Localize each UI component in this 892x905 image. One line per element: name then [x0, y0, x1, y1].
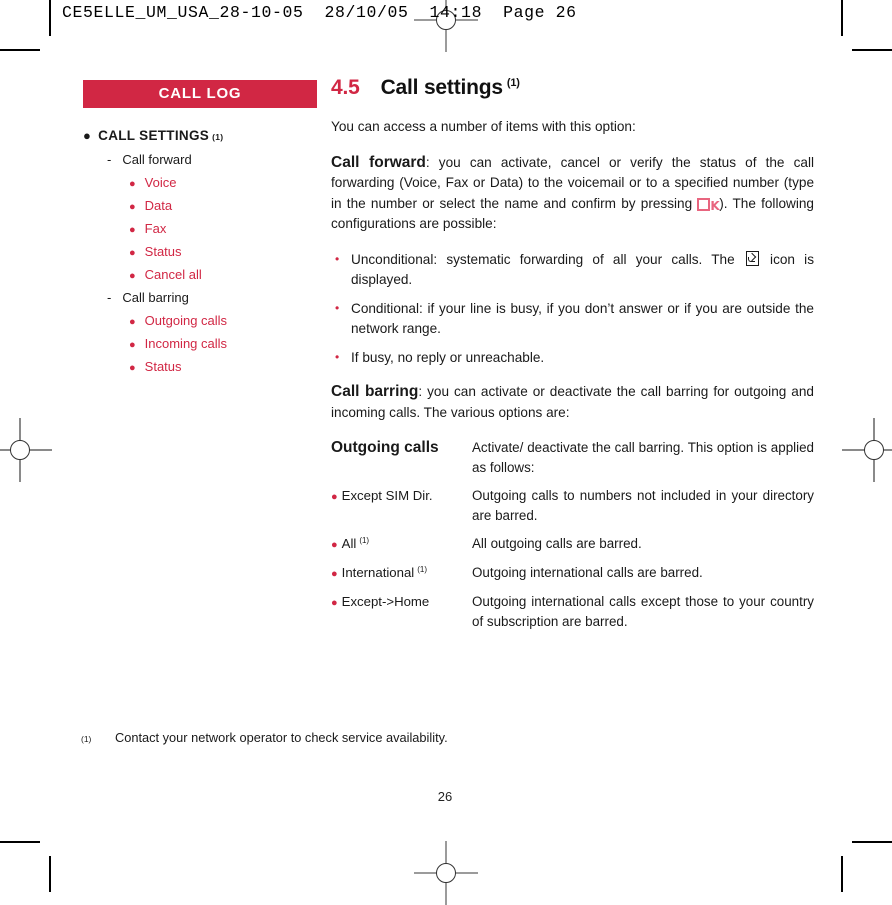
- sidebar-item-status-forward[interactable]: ● Status: [129, 244, 317, 259]
- sidebar-item-call-forward[interactable]: - Call forward: [107, 152, 317, 167]
- table-row: ● Except->Home Outgoing international cal…: [331, 592, 814, 640]
- list-item: If busy, no reply or unreachable.: [331, 347, 814, 369]
- sidebar-item-label: Call barring: [122, 290, 189, 305]
- option-desc-international: Outgoing international calls are barred.: [472, 565, 703, 580]
- sidebar-item-voice[interactable]: ● Voice: [129, 175, 317, 190]
- page-number-value: 26: [437, 789, 453, 804]
- option-term-label: Except->Home: [341, 594, 430, 609]
- manual-page: CALL LOG ● CALL SETTINGS (1) - Call forw…: [0, 0, 892, 892]
- bullet-dot-icon: ●: [331, 491, 338, 503]
- call-barring-paragraph: Call barring: you can activate or deacti…: [331, 382, 814, 423]
- option-desc-except-home: Outgoing international calls except thos…: [472, 594, 814, 629]
- option-term-label: All: [341, 536, 357, 551]
- sidebar-item-label: Cancel all: [144, 267, 202, 282]
- main-content: 4.5 Call settings (1) You can access a nu…: [331, 76, 814, 640]
- call-forward-term: Call forward: [331, 153, 426, 171]
- call-forward-paragraph: Call forward: you can activate, cancel o…: [331, 153, 814, 235]
- outgoing-calls-heading-desc: Activate/ deactivate the call barring. T…: [472, 440, 814, 475]
- footnote-marker: (1): [81, 734, 92, 744]
- footnote-ref: (1): [506, 77, 520, 89]
- option-term-except-home: ● Except->Home: [331, 592, 472, 640]
- option-term-label: Except SIM Dir.: [341, 488, 433, 503]
- sidebar-item-status-barring[interactable]: ● Status: [129, 359, 317, 374]
- bullet-dot-icon: ●: [129, 224, 136, 236]
- call-barring-term: Call barring: [331, 383, 419, 400]
- page-number: 26: [0, 789, 892, 804]
- sidebar-item-call-barring[interactable]: - Call barring: [107, 290, 317, 305]
- sidebar-item-data[interactable]: ● Data: [129, 198, 317, 213]
- bullet-text-before: Unconditional: systematic forwarding of …: [351, 251, 744, 267]
- bullet-dot-icon: ●: [129, 270, 136, 282]
- sidebar-item-label: Status: [144, 359, 182, 374]
- section-title-text: Call settings: [380, 76, 503, 99]
- bullet-dot-icon: ●: [129, 362, 136, 374]
- list-item: Unconditional: systematic forwarding of …: [331, 249, 814, 291]
- bullet-dot-icon: ●: [129, 201, 136, 213]
- option-desc-all: All outgoing calls are barred.: [472, 536, 642, 551]
- list-item: Conditional: if your line is busy, if yo…: [331, 298, 814, 340]
- bullet-dot-icon: ●: [129, 178, 136, 190]
- dash-icon: -: [107, 290, 112, 305]
- sidebar: CALL LOG ● CALL SETTINGS (1) - Call forw…: [83, 80, 317, 382]
- sidebar-item-fax[interactable]: ● Fax: [129, 221, 317, 236]
- table-row: ● All (1) All outgoing calls are barred.: [331, 534, 814, 563]
- table-row: Outgoing calls Activate/ deactivate the …: [331, 438, 814, 486]
- option-term-except-sim-dir: ● Except SIM Dir.: [331, 486, 472, 534]
- bullet-dot-icon: ●: [129, 339, 136, 351]
- bullet-dot-icon: ●: [129, 316, 136, 328]
- footnote-ref: (1): [417, 564, 428, 574]
- section-heading: 4.5 Call settings (1): [331, 76, 814, 100]
- sidebar-item-call-settings[interactable]: ● CALL SETTINGS (1): [83, 128, 317, 143]
- ok-key-icon: K: [697, 197, 720, 212]
- table-row: ● International (1) Outgoing international…: [331, 563, 814, 592]
- call-forward-bullet-list: Unconditional: systematic forwarding of …: [331, 249, 814, 369]
- sidebar-item-label: Fax: [144, 221, 167, 236]
- intro-paragraph: You can access a number of items with th…: [331, 119, 636, 134]
- sidebar-item-label: Voice: [144, 175, 177, 190]
- option-term-international: ● International (1): [331, 563, 472, 592]
- option-desc-except-sim-dir: Outgoing calls to numbers not included i…: [472, 488, 814, 523]
- sidebar-item-label: Outgoing calls: [144, 313, 228, 328]
- bullet-dot-icon: ●: [129, 247, 136, 259]
- sidebar-item-label: CALL SETTINGS: [98, 128, 210, 143]
- option-term-label: International: [341, 565, 415, 580]
- dash-icon: -: [107, 152, 112, 167]
- section-number: 4.5: [331, 76, 360, 99]
- sidebar-item-cancel-all[interactable]: ● Cancel all: [129, 267, 317, 282]
- sidebar-banner: CALL LOG: [83, 80, 317, 108]
- footnote-text: Contact your network operator to check s…: [115, 730, 448, 745]
- sidebar-item-label: Call forward: [122, 152, 192, 167]
- footnote: (1) Contact your network operator to che…: [81, 730, 781, 745]
- bullet-dot-icon: ●: [331, 568, 338, 580]
- bullet-dot-icon: ●: [331, 539, 338, 551]
- bullet-dot-icon: ●: [83, 128, 92, 143]
- bullet-dot-icon: ●: [331, 597, 338, 609]
- sidebar-item-label: Data: [144, 198, 173, 213]
- outgoing-calls-definition-table: Outgoing calls Activate/ deactivate the …: [331, 438, 814, 640]
- sidebar-nav: ● CALL SETTINGS (1) - Call forward ● Voi…: [83, 128, 317, 374]
- footnote-ref: (1): [359, 535, 370, 545]
- sidebar-item-label: Incoming calls: [144, 336, 228, 351]
- call-forward-icon: [745, 250, 759, 266]
- sidebar-item-incoming-calls[interactable]: ● Incoming calls: [129, 336, 317, 351]
- sidebar-item-outgoing-calls[interactable]: ● Outgoing calls: [129, 313, 317, 328]
- page-title: Call settings (1): [381, 76, 520, 100]
- outgoing-calls-heading: Outgoing calls: [331, 439, 439, 456]
- table-row: ● Except SIM Dir. Outgoing calls to numbe…: [331, 486, 814, 534]
- sidebar-item-label: Status: [144, 244, 182, 259]
- option-term-all: ● All (1): [331, 534, 472, 563]
